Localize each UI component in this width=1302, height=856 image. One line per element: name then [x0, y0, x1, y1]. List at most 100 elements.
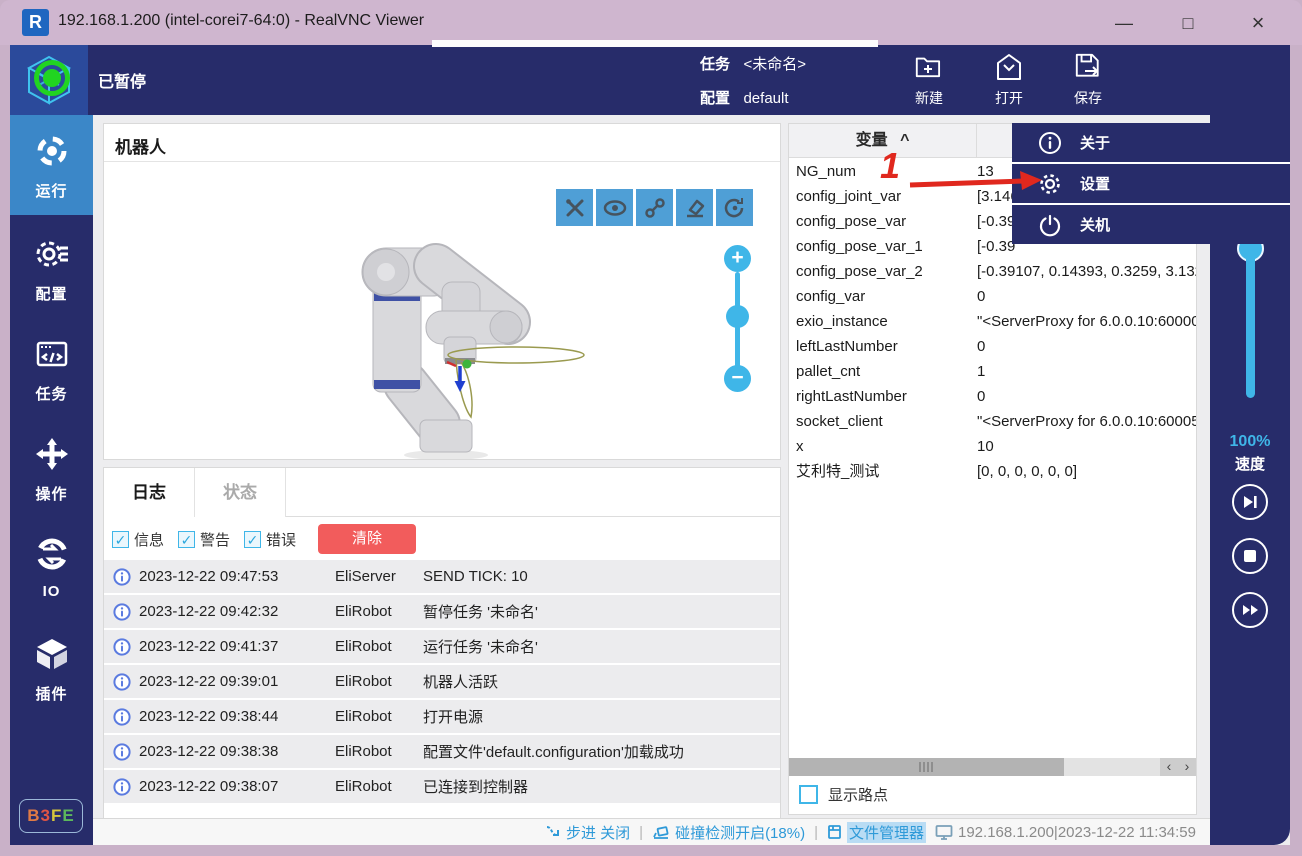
- log-filter[interactable]: ✓ 错误: [244, 529, 296, 550]
- variable-name: socket_client: [796, 409, 883, 434]
- step-mode-label: 步进 关闭: [566, 822, 630, 843]
- log-source: EliRobot: [335, 603, 415, 620]
- variable-name: config_pose_var_2: [796, 259, 923, 284]
- info-icon: [113, 708, 131, 726]
- realvnc-logo-icon: R: [22, 9, 49, 36]
- info-icon: [113, 638, 131, 656]
- log-time: 2023-12-22 09:38:38: [139, 743, 327, 760]
- log-entry: 2023-12-22 09:41:37 EliRobot 运行任务 '未命名': [104, 630, 780, 663]
- close-button[interactable]: ×: [1235, 8, 1281, 38]
- speed-label: 速度: [1210, 453, 1290, 474]
- minimize-button[interactable]: —: [1101, 8, 1147, 38]
- info-icon: [113, 568, 131, 586]
- reset-view-button[interactable]: [716, 189, 753, 226]
- log-source: EliServer: [335, 568, 415, 585]
- waypoints-label: 显示路点: [828, 784, 888, 805]
- step-play-button[interactable]: [1232, 484, 1268, 520]
- show-waypoints-toggle[interactable]: 显示路点: [799, 784, 888, 805]
- io-arrows-icon: [34, 536, 70, 572]
- fast-forward-button[interactable]: [1232, 592, 1268, 628]
- play-next-icon: [1242, 495, 1258, 509]
- variable-name: config_joint_var: [796, 184, 901, 209]
- zoom-in-button[interactable]: +: [724, 245, 751, 272]
- waypoints-checkbox[interactable]: [799, 785, 818, 804]
- variable-value: [-0.39: [977, 209, 1015, 234]
- plugin-cube-icon: [34, 636, 70, 672]
- variable-value: 0: [977, 334, 985, 359]
- variable-name: config_pose_var: [796, 209, 906, 234]
- log-filter[interactable]: ✓ 警告: [178, 529, 230, 550]
- clear-log-button[interactable]: 清除: [318, 524, 416, 554]
- menu-item-shutdown[interactable]: 关机: [1012, 205, 1290, 244]
- save-file-icon: [1073, 69, 1103, 86]
- stop-button[interactable]: [1232, 538, 1268, 574]
- sidebar-item-run[interactable]: 运行: [10, 115, 93, 215]
- variable-row[interactable]: socket_client "<ServerProxy for 6.0.0.10…: [789, 409, 1196, 434]
- scroll-left-button[interactable]: ‹: [1160, 758, 1178, 776]
- variable-row[interactable]: config_var 0: [789, 284, 1196, 309]
- variable-row[interactable]: x 10: [789, 434, 1196, 459]
- maximize-button[interactable]: □: [1165, 8, 1211, 38]
- new-task-button[interactable]: 新建: [893, 49, 965, 113]
- variable-row[interactable]: pallet_cnt 1: [789, 359, 1196, 384]
- trajectory-button[interactable]: [636, 189, 673, 226]
- variable-value: 10: [977, 434, 994, 459]
- scrollbar-thumb[interactable]: [789, 758, 1064, 776]
- variable-row[interactable]: config_pose_var_2 [-0.39107, 0.14393, 0.…: [789, 259, 1196, 284]
- log-entry: 2023-12-22 09:47:53 EliServer SEND TICK:…: [104, 560, 780, 593]
- sidebar-item-io[interactable]: IO: [10, 518, 93, 618]
- visibility-button[interactable]: [596, 189, 633, 226]
- log-filter[interactable]: ✓ 信息: [112, 529, 164, 550]
- step-mode-toggle[interactable]: 步进 关闭: [545, 822, 630, 843]
- checkbox-checked-icon[interactable]: ✓: [178, 531, 195, 548]
- variable-row[interactable]: leftLastNumber 0: [789, 334, 1196, 359]
- annotation-step-number: 1: [880, 145, 900, 187]
- collision-detection-toggle[interactable]: 碰撞检测开启(18%): [652, 822, 805, 843]
- sidebar-item-operate[interactable]: 操作: [10, 418, 93, 518]
- variable-value: 0: [977, 284, 985, 309]
- background-window-edge: [432, 40, 878, 47]
- file-manager-button[interactable]: 文件管理器: [827, 822, 926, 843]
- checkbox-checked-icon[interactable]: ✓: [112, 531, 129, 548]
- variable-value: [-0.39107, 0.14393, 0.3259, 3.1325: [977, 259, 1197, 284]
- window-title: 192.168.1.200 (intel-corei7-64:0) - Real…: [58, 12, 424, 30]
- robot-3d-view[interactable]: [104, 124, 780, 459]
- horizontal-scrollbar[interactable]: ‹ ›: [789, 758, 1196, 776]
- tools-button[interactable]: [556, 189, 593, 226]
- open-task-label: 打开: [973, 88, 1045, 108]
- stop-icon: [1244, 550, 1256, 562]
- view-toolbar: [556, 189, 753, 226]
- menu-item-about[interactable]: 关于: [1012, 123, 1290, 162]
- collapse-caret-icon: ^: [900, 132, 909, 149]
- log-time: 2023-12-22 09:38:07: [139, 778, 327, 795]
- menu-item-label: 关机: [1080, 214, 1110, 235]
- rotate-reset-icon: [723, 196, 747, 220]
- sidebar-item-task[interactable]: 任务: [10, 318, 93, 418]
- connection-text: 192.168.1.200|2023-12-22 11:34:59: [958, 824, 1196, 841]
- tab-log[interactable]: 日志: [104, 468, 195, 517]
- zoom-slider-handle[interactable]: [726, 305, 749, 328]
- checkbox-checked-icon[interactable]: ✓: [244, 531, 261, 548]
- sidebar-item-config[interactable]: 配置: [10, 218, 93, 318]
- speed-slider-track[interactable]: [1246, 250, 1255, 398]
- variable-row[interactable]: 艾利特_测试 [0, 0, 0, 0, 0, 0]: [789, 459, 1196, 484]
- fast-forward-icon: [1242, 604, 1259, 616]
- window-titlebar: R 192.168.1.200 (intel-corei7-64:0) - Re…: [0, 0, 1302, 45]
- system-dropdown-menu: 关于 设置 关机: [1012, 123, 1290, 244]
- scrollbar-grip: [919, 762, 933, 772]
- sidebar-item-plugin[interactable]: 插件: [10, 618, 93, 718]
- variable-row[interactable]: exio_instance "<ServerProxy for 6.0.0.10…: [789, 309, 1196, 334]
- log-filters: ✓ 信息 ✓ 警告 ✓ 错误: [112, 529, 296, 550]
- sidebar-item-label: 操作: [10, 483, 93, 504]
- separator: |: [814, 824, 818, 841]
- tab-status[interactable]: 状态: [195, 468, 286, 517]
- erase-button[interactable]: [676, 189, 713, 226]
- open-task-button[interactable]: 打开: [973, 49, 1045, 113]
- path-nodes-icon: [643, 196, 667, 220]
- zoom-out-button[interactable]: −: [724, 365, 751, 392]
- menu-item-settings[interactable]: 设置: [1012, 164, 1290, 203]
- variable-row[interactable]: rightLastNumber 0: [789, 384, 1196, 409]
- save-task-button[interactable]: 保存: [1052, 49, 1124, 113]
- scroll-right-button[interactable]: ›: [1178, 758, 1196, 776]
- info-icon: [113, 743, 131, 761]
